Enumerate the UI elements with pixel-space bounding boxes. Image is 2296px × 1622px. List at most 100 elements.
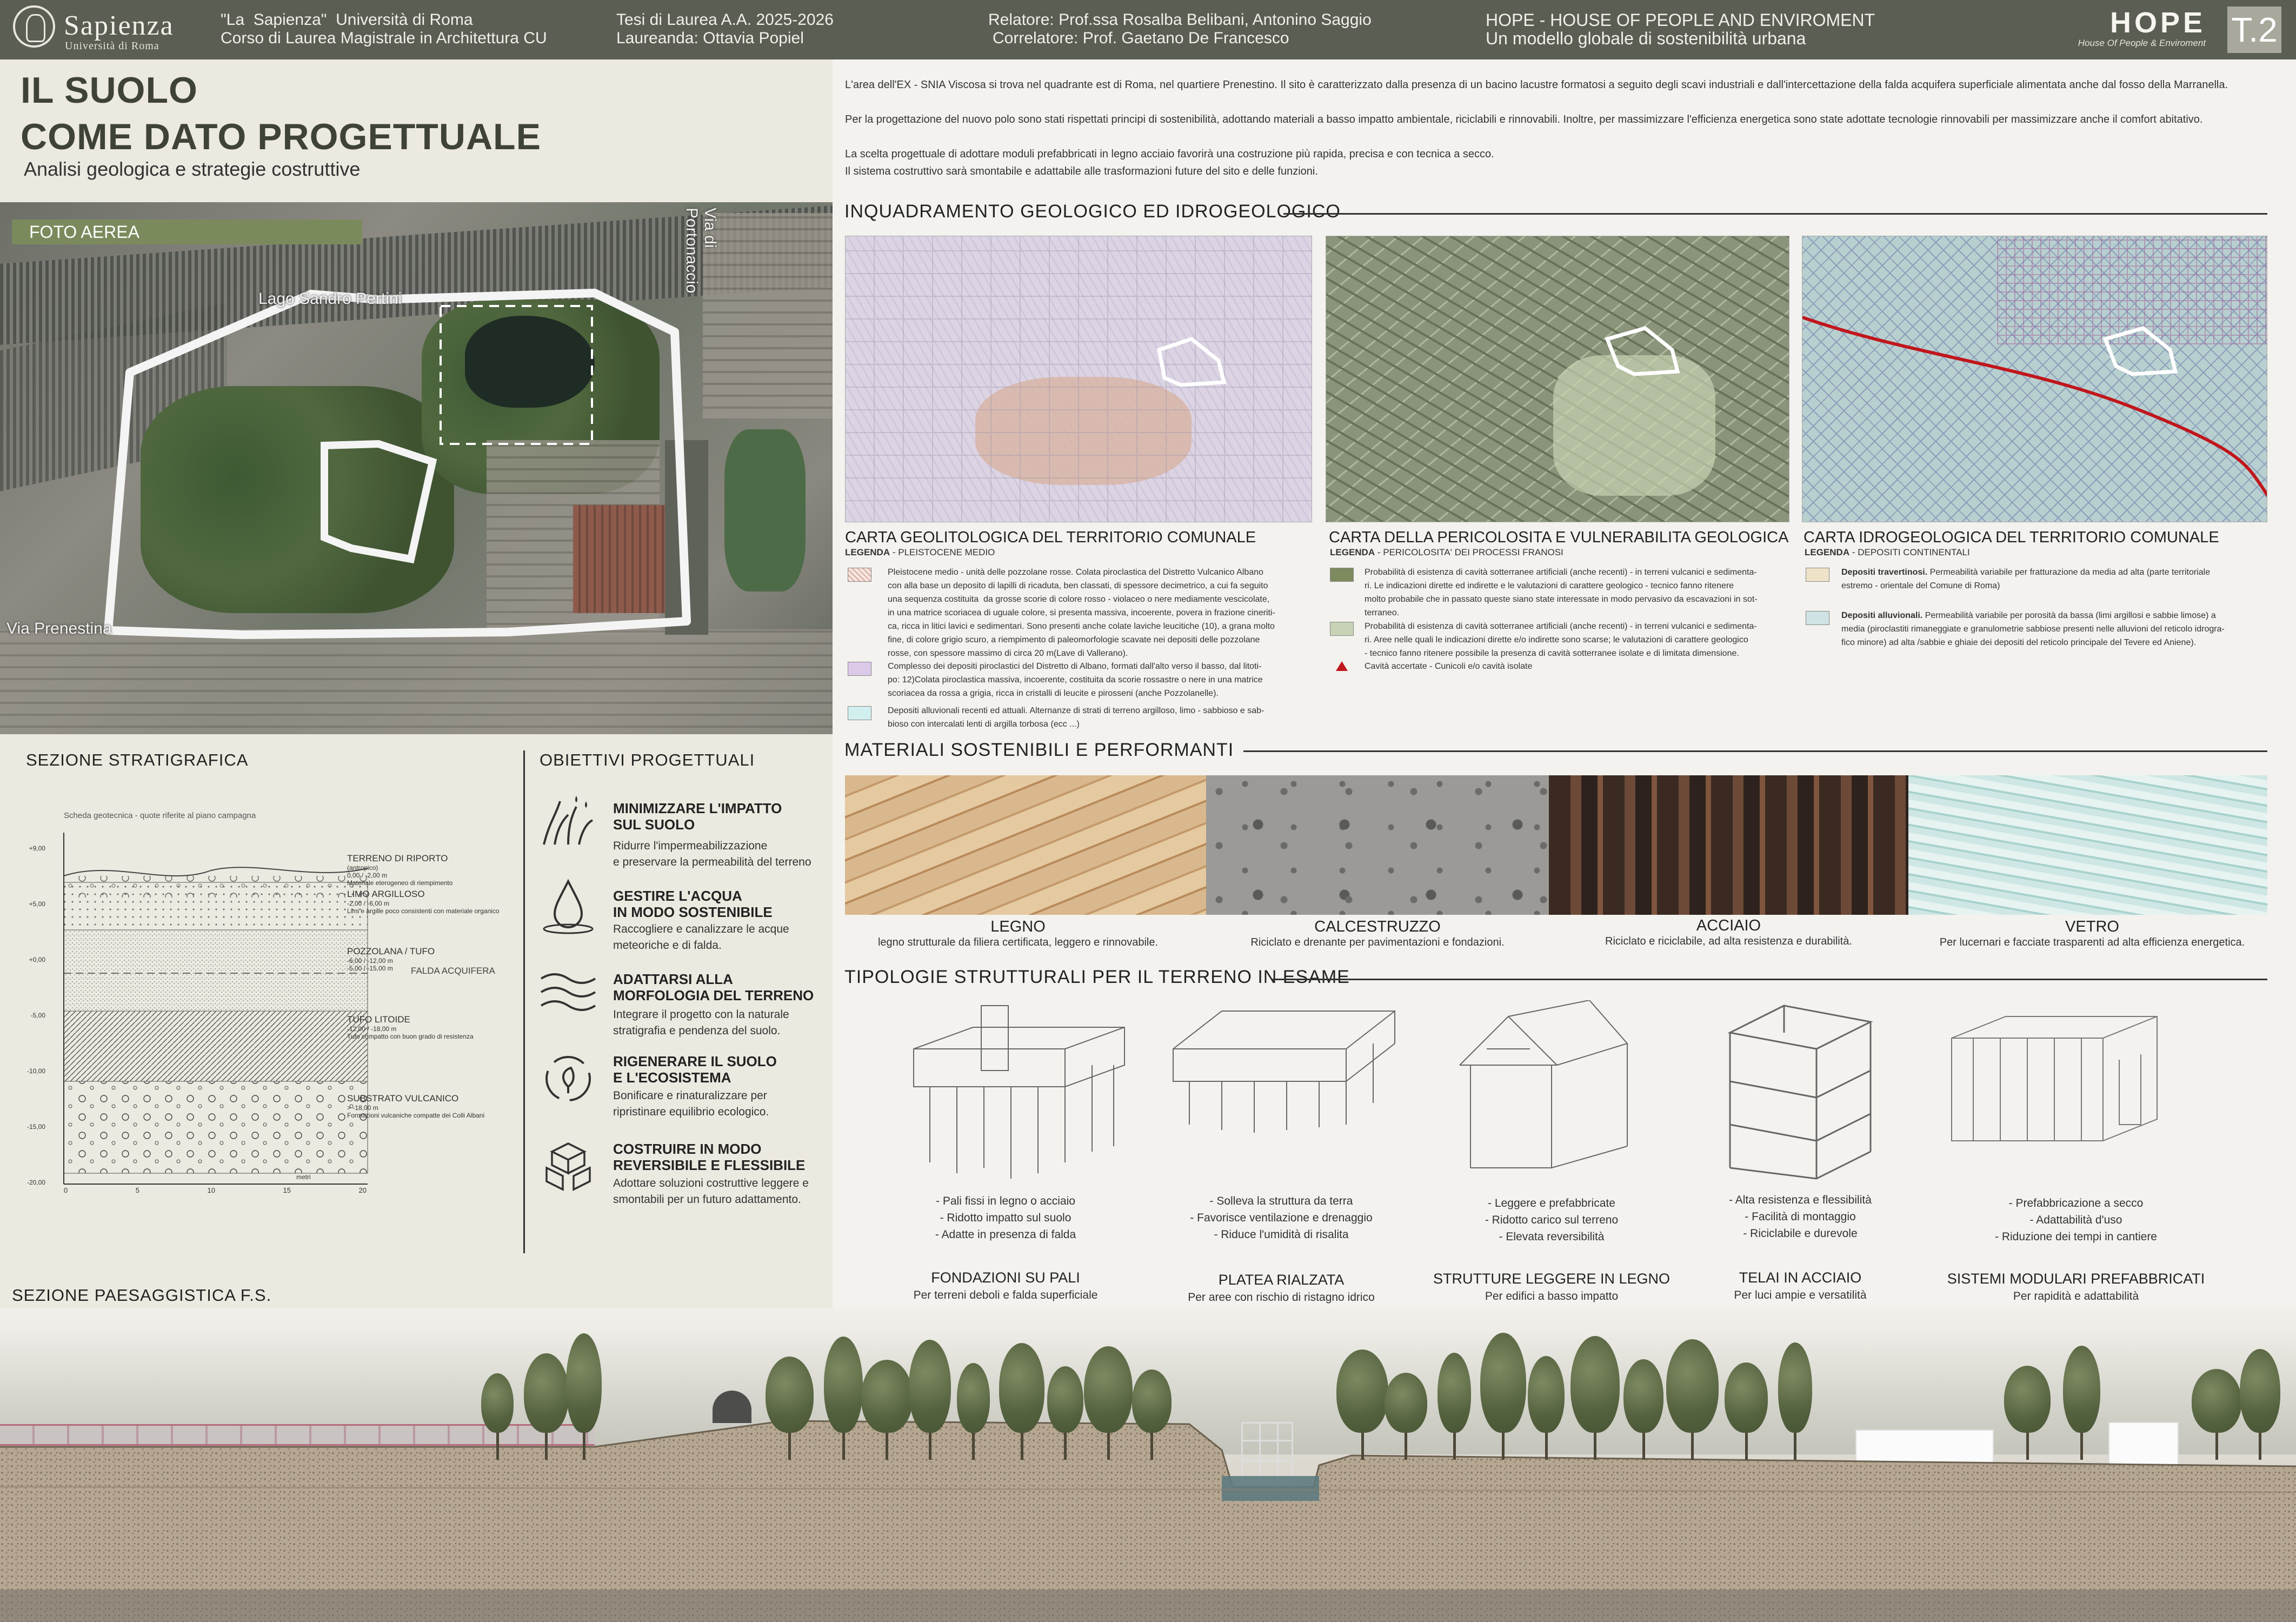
legend-text: Probabilità di esistenza di cavità sotte…: [1365, 622, 1757, 658]
typology-name: FONDAZIONI SU PALI: [931, 1269, 1080, 1286]
legend-swatch: [1330, 568, 1354, 582]
tree-shape: [566, 1333, 602, 1433]
geology-rule: [1283, 213, 2267, 215]
map-legend-heading: LEGENDA - PLEISTOCENE MEDIO: [845, 547, 995, 557]
objective-title: COSTRUIRE IN MODO REVERSIBILE E FLESSIBI…: [613, 1141, 806, 1173]
legend-swatch: [848, 568, 871, 582]
layer-label: TERRENO DI RIPORTO (antropico) 0,00 / -2,…: [347, 853, 453, 887]
typology-desc: Per edifici a basso impatto: [1485, 1290, 1619, 1302]
legend-text: Depositi travertinosi. Permeabilità vari…: [1841, 568, 2211, 590]
legend-text: Pleistocene medio - unità delle pozzolan…: [888, 568, 1275, 658]
legend-swatch: [1806, 568, 1829, 582]
tree-shape: [999, 1343, 1044, 1433]
terrain-waves-icon: [540, 973, 596, 1011]
uni-line-1: "La Sapienza" Università di Roma: [221, 11, 473, 29]
materials-rule: [1243, 750, 2267, 752]
legend-text: Depositi alluvionali recenti ed attuali.…: [888, 706, 1265, 729]
typology-bullets: - Solleva la struttura da terra - Favori…: [1190, 1195, 1373, 1241]
tree-shape: [1623, 1359, 1663, 1433]
tree-shape: [765, 1357, 814, 1433]
tree-shape: [1725, 1362, 1768, 1433]
typology-desc: Per aree con rischio di ristagno idrico: [1188, 1291, 1375, 1304]
water-drop-icon: [543, 879, 594, 934]
objective-title: ADATTARSI ALLA MORFOLOGIA DEL TERRENO: [613, 971, 814, 1003]
typologies-rule: [1273, 979, 2267, 980]
layer-label: SUBSTRATO VULCANICO > -18,00 m Formazioni…: [347, 1093, 485, 1119]
page-title-line-2: COME DATO PROGETTUALE: [21, 116, 541, 157]
typology-name: PLATEA RIALZATA: [1218, 1272, 1345, 1288]
material-desc: Riciclato e drenante per pavimentazioni …: [1250, 936, 1505, 948]
map-title: CARTA IDROGEOLOGICA DEL TERRITORIO COMUN…: [1803, 529, 2219, 546]
thesis-line-2: Laureanda: Ottavia Popiel: [616, 29, 804, 47]
legend-text: Depositi alluvionali. Permeabilità varia…: [1841, 611, 2225, 647]
modular-system-drawing: [1951, 1016, 2158, 1141]
tree-shape: [2062, 1346, 2100, 1433]
intro-paragraph-1: L'area dell'EX - SNIA Viscosa si trova n…: [845, 79, 2228, 91]
intro-paragraph-3a: La scelta progettuale di adottare moduli…: [845, 148, 1494, 160]
header-bar: Sapienza Università di Roma "La Sapienza…: [0, 0, 2296, 59]
aerial-photo-label: FOTO AEREA: [12, 220, 362, 244]
tree-shape: [909, 1340, 951, 1433]
hope-logo-word: HOPE: [2109, 6, 2206, 39]
stratigraphy-heading: SEZIONE STRATIGRAFICA: [26, 750, 249, 769]
correlatore-line: Correlatore: Prof. Gaetano De Francesco: [993, 29, 1289, 47]
tree-shape: [2239, 1349, 2280, 1433]
tree-shape: [1480, 1333, 1526, 1433]
tree-shape: [824, 1337, 863, 1433]
typology-name: TELAI IN ACCIAIO: [1739, 1269, 1862, 1286]
tree-shape: [1570, 1336, 1620, 1433]
map-title: CARTA GEOLITOLOGICA DEL TERRITORIO COMUN…: [845, 529, 1256, 546]
legend-text: Probabilità di esistenza di cavità sotte…: [1365, 568, 1758, 617]
tree-shape: [956, 1363, 990, 1433]
typology-bullets: - Alta resistenza e flessibilità - Facil…: [1729, 1194, 1872, 1240]
intro-paragraph-3b: Il sistema costruttivo sarà smontabile e…: [845, 165, 1318, 177]
page-subtitle: Analisi geologica e strategie costruttiv…: [24, 158, 361, 180]
map-hydrogeological: [1802, 236, 2267, 522]
project-name: HOPE - HOUSE OF PEOPLE AND ENVIROMENT: [1486, 10, 1875, 30]
tree-shape: [1336, 1350, 1388, 1433]
typology-name: STRUTTURE LEGGERE IN LEGNO: [1433, 1271, 1671, 1287]
grass-icon: [543, 796, 594, 845]
typologies-heading: TIPOLOGIE STRUTTURALI PER IL TERRENO IN …: [844, 967, 1350, 987]
lake-label: Lago Sandro Pertini: [258, 290, 402, 308]
map-legend-heading: LEGENDA - DEPOSITI CONTINENTALI: [1805, 547, 1970, 557]
timber-frame-drawing: [1459, 1000, 1628, 1168]
layer-label: POZZOLANA / TUFO -6,00 / -12,00 m -5,00 /…: [347, 946, 435, 972]
typology-desc: Per luci ampie e versatilità: [1734, 1289, 1867, 1301]
raised-platform-drawing: [1173, 1011, 1395, 1133]
tree-shape: [523, 1353, 569, 1433]
objective-title: RIGENERARE IL SUOLO E L'ECOSISTEMA: [613, 1053, 777, 1086]
tree-shape: [1666, 1339, 1719, 1433]
tree-shape: [861, 1360, 913, 1433]
typology-bullets: - Leggere e prefabbricate - Ridotto cari…: [1485, 1197, 1619, 1243]
material-name: CALCESTRUZZO: [1314, 918, 1441, 935]
map-geolithological: [845, 236, 1312, 522]
objective-desc: Raccogliere e canalizzare le acque meteo…: [613, 923, 789, 952]
tree-shape: [1528, 1356, 1565, 1433]
page-title-line-1: IL SUOLO: [21, 70, 198, 111]
legend-swatch: [848, 662, 871, 676]
glass-image: [1908, 775, 2267, 915]
via-portonaccio-label: Via di Portonaccio: [683, 208, 719, 294]
cavity-triangle-icon: [1336, 661, 1348, 671]
tree-shape: [1384, 1373, 1427, 1433]
thesis-line-1: Tesi di Laurea A.A. 2025-2026: [616, 11, 834, 29]
terrain-profile: [0, 1420, 2296, 1622]
typology-bullets: - Pali fissi in legno o acciaio - Ridott…: [935, 1195, 1076, 1241]
aerial-photo: FOTO AEREA Lago Sandro Pertini Via di Po…: [0, 202, 833, 734]
stratigraphy-axis-unit: metri: [296, 1173, 311, 1181]
recycle-leaf-icon: [545, 1056, 591, 1101]
relatore-line: Relatore: Prof.ssa Rosalba Belibani, Ant…: [988, 11, 1372, 29]
objectives-heading: OBIETTIVI PROGETTUALI: [540, 750, 755, 769]
legend-swatch: [1330, 622, 1354, 636]
stratigraphy-x-ticks: 0 5 10 15 20: [64, 1186, 367, 1194]
legend-text: Cavità accertate - Cunicoli e/o cavità i…: [1365, 662, 1533, 671]
typology-desc: Per terreni deboli e falda superficiale: [913, 1289, 1098, 1301]
via-prenestina-label: Via Prenestina: [6, 620, 112, 637]
objective-desc: Bonificare e rinaturalizzare per riprist…: [613, 1089, 769, 1118]
layer-label: LIMO ARGILLOSO -2,00 / -6,00 m Limi e arg…: [347, 889, 500, 915]
hope-logo-tag: House Of People & Enviroment: [2078, 38, 2206, 48]
steel-image: [1549, 775, 1908, 915]
uni-line-2: Corso di Laurea Magistrale in Architettu…: [221, 29, 547, 47]
typology-bullets: - Prefabbricazione a secco - Adattabilit…: [1995, 1197, 2157, 1243]
